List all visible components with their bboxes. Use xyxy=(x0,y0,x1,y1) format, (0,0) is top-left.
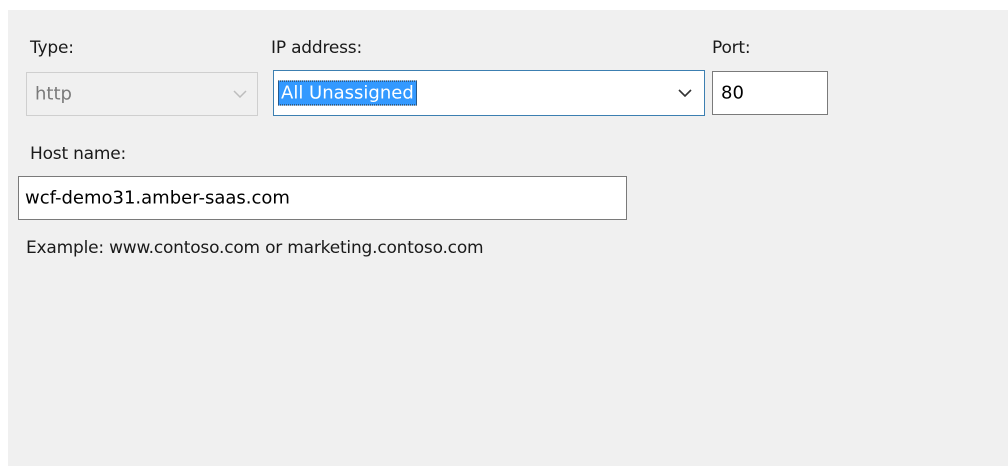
ip-address-dropdown[interactable]: All Unassigned xyxy=(273,70,705,116)
ip-address-label: IP address: xyxy=(271,38,362,58)
type-dropdown[interactable]: http xyxy=(26,72,258,116)
port-value: 80 xyxy=(721,82,744,104)
binding-panel: Type: http IP address: All Unassigned Po… xyxy=(8,10,1008,466)
chevron-down-icon xyxy=(678,89,692,97)
type-label: Type: xyxy=(30,38,74,58)
host-name-label: Host name: xyxy=(30,144,127,164)
type-value: http xyxy=(35,83,72,105)
port-input[interactable]: 80 xyxy=(712,71,828,115)
port-label: Port: xyxy=(712,38,751,58)
host-name-input[interactable]: wcf-demo31.amber-saas.com xyxy=(18,176,627,220)
chevron-down-icon xyxy=(233,90,247,98)
ip-address-value: All Unassigned xyxy=(278,80,417,106)
host-name-value: wcf-demo31.amber-saas.com xyxy=(25,187,290,209)
example-hint: Example: www.contoso.com or marketing.co… xyxy=(26,238,484,258)
